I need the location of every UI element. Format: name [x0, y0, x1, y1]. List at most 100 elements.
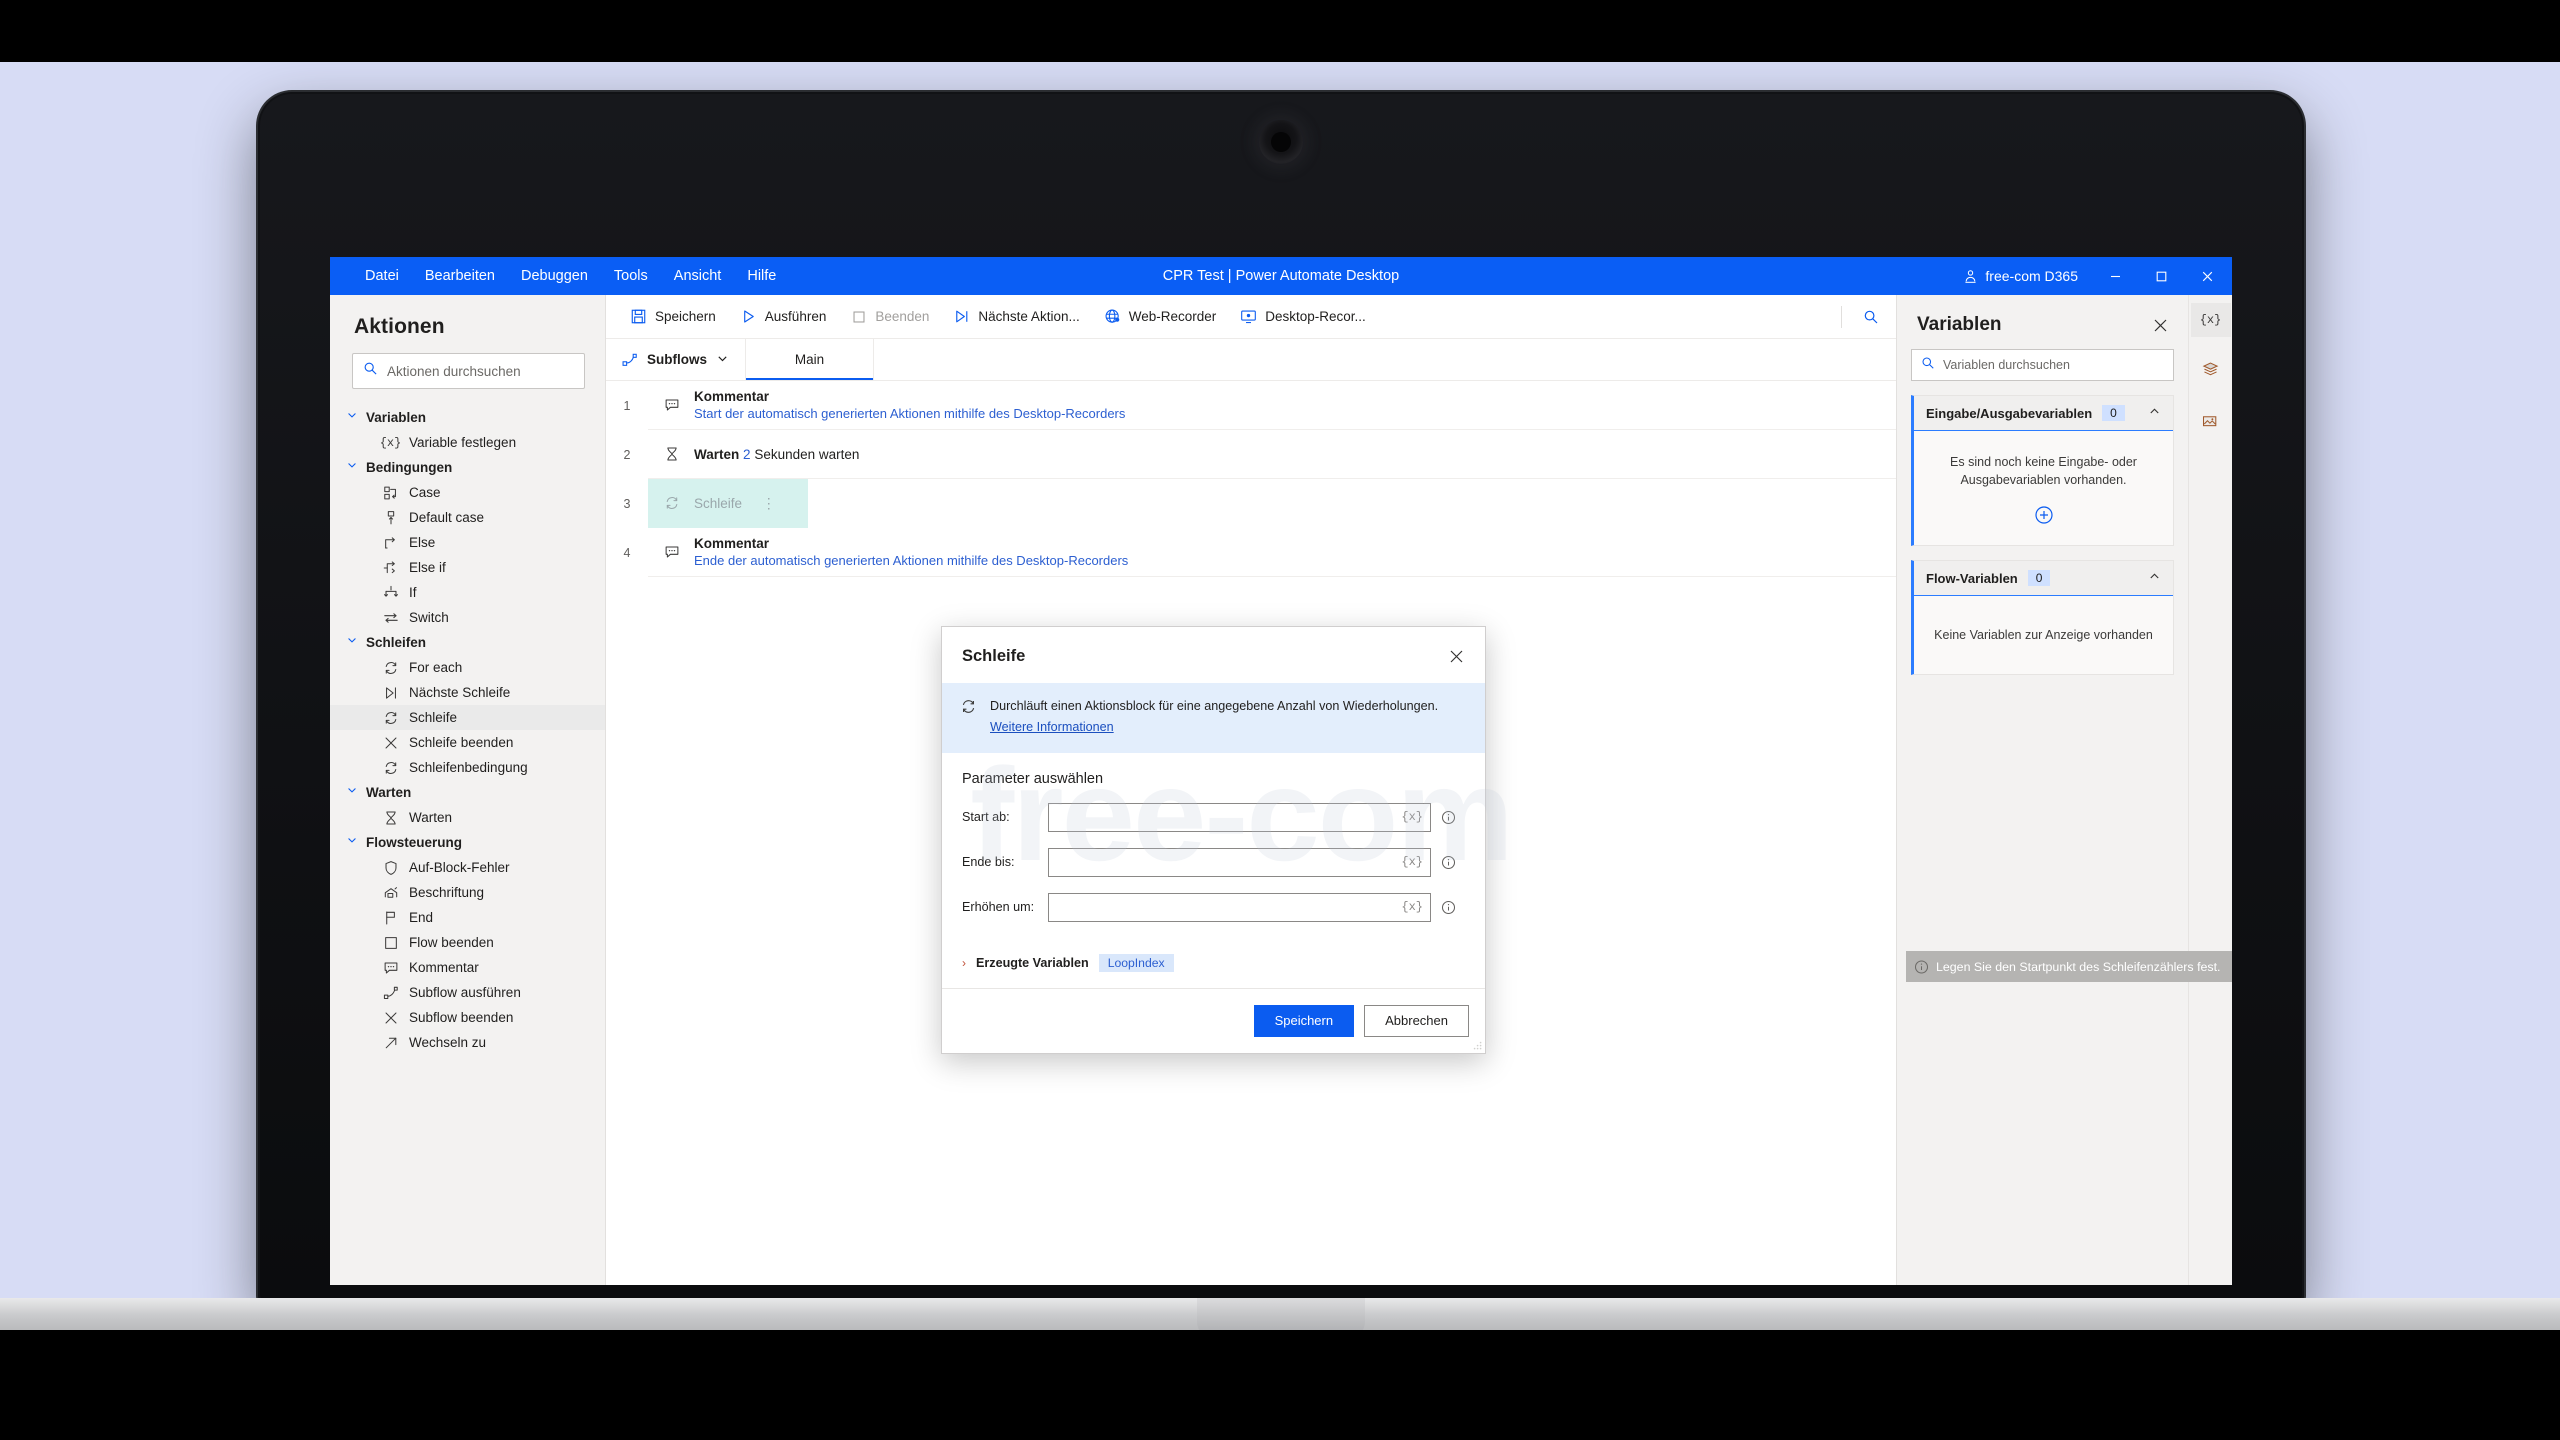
- action-group-bedingungen[interactable]: Bedingungen: [330, 455, 605, 480]
- label-icon: [382, 884, 399, 901]
- action-group-schleifen[interactable]: Schleifen: [330, 630, 605, 655]
- action-item-case[interactable]: Case: [330, 480, 605, 505]
- resize-grip[interactable]: [1472, 1040, 1482, 1050]
- flow-row[interactable]: 4 Kommentar Ende der automatisch generie…: [606, 528, 1896, 577]
- actions-search-input[interactable]: [387, 363, 574, 379]
- flow-row-body[interactable]: Kommentar Start der automatisch generier…: [648, 381, 1896, 430]
- info-icon[interactable]: [1431, 900, 1465, 915]
- toolbar-button-ausf-hren[interactable]: Ausführen: [728, 300, 839, 334]
- rail-images-button[interactable]: [2191, 407, 2231, 441]
- close-button[interactable]: [2184, 257, 2230, 295]
- info-icon[interactable]: [1431, 810, 1465, 825]
- variable-token-icon[interactable]: {x}: [1401, 900, 1423, 914]
- menu-item-tools[interactable]: Tools: [601, 257, 661, 295]
- tab-main[interactable]: Main: [746, 339, 874, 380]
- flow-row-value: 2: [743, 446, 751, 462]
- action-group-variablen[interactable]: Variablen: [330, 405, 605, 430]
- arrow-up-right-icon: [382, 1034, 399, 1051]
- flow-row[interactable]: 2 Warten 2 Sekunden warten: [606, 430, 1896, 479]
- chevron-up-icon[interactable]: [2148, 405, 2161, 421]
- produced-variable-loopindex[interactable]: LoopIndex: [1098, 953, 1174, 972]
- variables-search-input[interactable]: [1943, 358, 2164, 372]
- action-item-schleifenbedingung[interactable]: Schleifenbedingung: [330, 755, 605, 780]
- action-item-variable-festlegen[interactable]: {x} Variable festlegen: [330, 430, 605, 455]
- comment-icon: [382, 959, 399, 976]
- loop-icon: [662, 495, 682, 511]
- more-information-link[interactable]: Weitere Informationen: [990, 718, 1114, 736]
- if-icon: [382, 584, 399, 601]
- variables-sections: Eingabe/Ausgabevariablen 0 Es sind noch …: [1897, 395, 2188, 689]
- add-variable-button[interactable]: [1930, 505, 2157, 525]
- action-item-auf-block-fehler[interactable]: Auf-Block-Fehler: [330, 855, 605, 880]
- action-item-flow-beenden[interactable]: Flow beenden: [330, 930, 605, 955]
- toolbar-button-n-chste-aktion[interactable]: Nächste Aktion...: [941, 300, 1091, 334]
- action-item-if[interactable]: If: [330, 580, 605, 605]
- variable-token-icon[interactable]: {x}: [1401, 810, 1423, 824]
- chevron-up-icon[interactable]: [2148, 570, 2161, 586]
- menu-item-hilfe[interactable]: Hilfe: [734, 257, 789, 295]
- action-item-else-if[interactable]: Else if: [330, 555, 605, 580]
- action-item-schleife[interactable]: Schleife: [330, 705, 605, 730]
- info-icon[interactable]: [1431, 855, 1465, 870]
- loop-dialog: Schleife Durchläuft einen Aktionsblock f…: [941, 626, 1486, 1054]
- account-indicator[interactable]: free-com D365: [1949, 268, 2092, 284]
- save-button[interactable]: Speichern: [1253, 1004, 1355, 1037]
- action-item-warten[interactable]: Warten: [330, 805, 605, 830]
- menu-item-debuggen[interactable]: Debuggen: [508, 257, 601, 295]
- flow-row-body[interactable]: Schleife ⋮: [648, 479, 808, 528]
- flow-row-menu-icon[interactable]: ⋮: [762, 495, 777, 511]
- action-group-flowsteuerung[interactable]: Flowsteuerung: [330, 830, 605, 855]
- minimize-button[interactable]: [2092, 257, 2138, 295]
- dialog-close-icon[interactable]: [1443, 643, 1469, 669]
- search-icon[interactable]: [1856, 302, 1886, 332]
- menu-item-datei[interactable]: Datei: [352, 257, 412, 295]
- subflows-dropdown[interactable]: Subflows: [606, 339, 746, 380]
- step-icon: [953, 308, 970, 325]
- laptop-mockup: Datei Bearbeiten Debuggen Tools Ansicht …: [0, 92, 2560, 1360]
- action-item-label: For each: [409, 660, 463, 675]
- braces-x-icon: {x}: [2199, 313, 2222, 327]
- toolbar-button-web-recorder[interactable]: Web-Recorder: [1092, 300, 1229, 334]
- flow-row[interactable]: 3 Schleife ⋮: [606, 479, 1896, 528]
- comment-icon: [662, 397, 682, 413]
- action-item-label: Schleifenbedingung: [409, 760, 528, 775]
- variable-token-icon[interactable]: {x}: [1401, 855, 1423, 869]
- cancel-button[interactable]: Abbrechen: [1364, 1004, 1469, 1037]
- flow-row-body[interactable]: Kommentar Ende der automatisch generiert…: [648, 528, 1896, 577]
- action-item-subflow-beenden[interactable]: Subflow beenden: [330, 1005, 605, 1030]
- toolbar-button-desktop-recor[interactable]: Desktop-Recor...: [1228, 300, 1378, 334]
- action-item-n-chste-schleife[interactable]: Nächste Schleife: [330, 680, 605, 705]
- action-item-schleife-beenden[interactable]: Schleife beenden: [330, 730, 605, 755]
- action-item-beschriftung[interactable]: Beschriftung: [330, 880, 605, 905]
- parameter-input[interactable]: [1048, 847, 1431, 877]
- close-x-icon: [382, 734, 399, 751]
- action-item-switch[interactable]: Switch: [330, 605, 605, 630]
- action-item-subflow-ausf-hren[interactable]: Subflow ausführen: [330, 980, 605, 1005]
- action-item-end[interactable]: End: [330, 905, 605, 930]
- toolbar-button-speichern[interactable]: Speichern: [618, 300, 728, 334]
- flow-row[interactable]: 1 Kommentar Start der automatisch generi…: [606, 381, 1896, 430]
- maximize-button[interactable]: [2138, 257, 2184, 295]
- menu-item-bearbeiten[interactable]: Bearbeiten: [412, 257, 508, 295]
- menu-item-ansicht[interactable]: Ansicht: [661, 257, 735, 295]
- flow-row-body[interactable]: Warten 2 Sekunden warten: [648, 430, 1896, 479]
- produced-variables-row[interactable]: › Erzeugte Variablen LoopIndex: [942, 944, 1485, 989]
- action-group-warten[interactable]: Warten: [330, 780, 605, 805]
- rail-variables-button[interactable]: {x}: [2190, 303, 2231, 337]
- parameter-input[interactable]: [1048, 892, 1431, 922]
- parameter-input-wrap: {x}: [1048, 802, 1431, 832]
- action-item-else[interactable]: Else: [330, 530, 605, 555]
- close-icon[interactable]: [2146, 311, 2174, 339]
- actions-search[interactable]: [352, 353, 585, 389]
- variables-section-header[interactable]: Eingabe/Ausgabevariablen 0: [1914, 396, 2173, 431]
- flag-icon: [382, 909, 399, 926]
- action-item-for-each[interactable]: For each: [330, 655, 605, 680]
- variables-section-header[interactable]: Flow-Variablen 0: [1914, 561, 2173, 597]
- rail-ui-elements-button[interactable]: [2191, 355, 2231, 389]
- action-item-kommentar[interactable]: Kommentar: [330, 955, 605, 980]
- variables-search[interactable]: [1911, 349, 2174, 381]
- parameter-input[interactable]: [1048, 802, 1431, 832]
- action-item-wechseln-zu[interactable]: Wechseln zu: [330, 1030, 605, 1055]
- action-item-default-case[interactable]: Default case: [330, 505, 605, 530]
- loop-icon: [382, 759, 399, 776]
